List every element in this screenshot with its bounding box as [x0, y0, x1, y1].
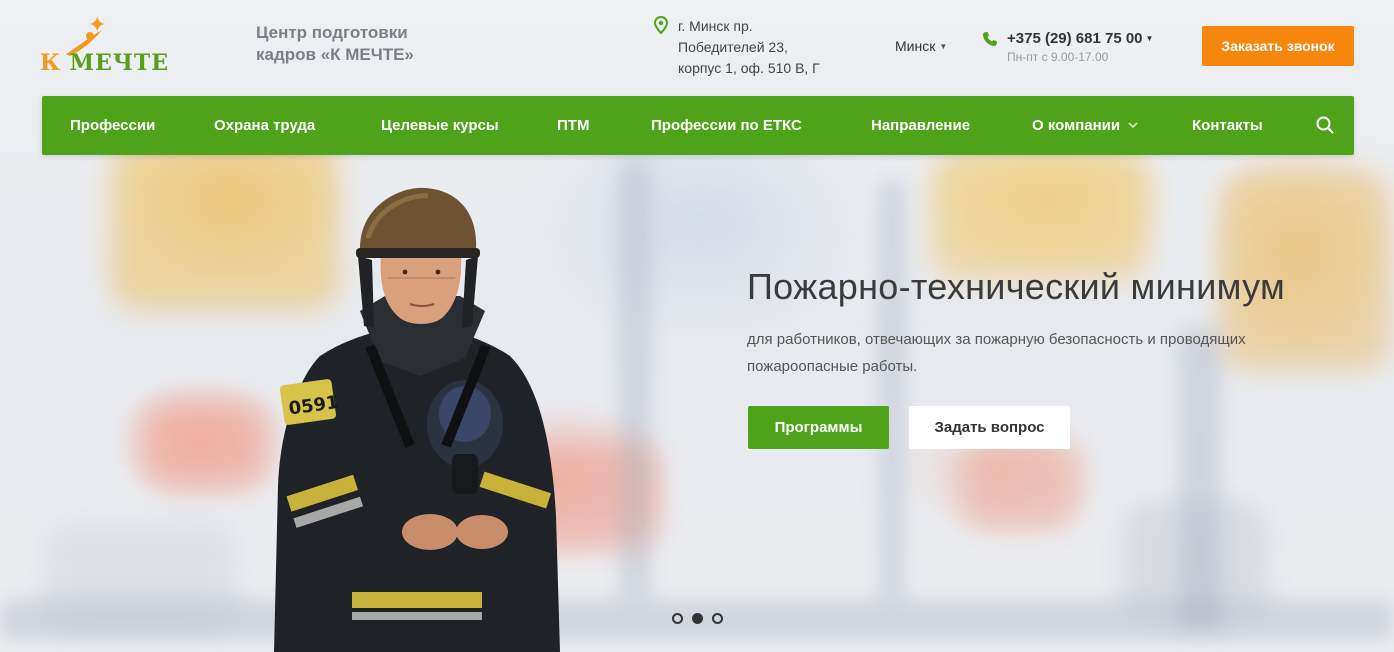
- ask-question-button[interactable]: Задать вопрос: [909, 406, 1070, 449]
- programs-button[interactable]: Программы: [748, 406, 889, 449]
- main-nav: Профессии Охрана труда Целевые курсы ПТМ…: [42, 96, 1354, 155]
- company-name: Центр подготовки кадров «К МЕЧТЕ»: [256, 23, 414, 64]
- phone-number[interactable]: +375 (29) 681 75 00: [1007, 30, 1143, 47]
- location-pin-icon: [654, 16, 668, 34]
- site-header: ✦ К МЕЧТЕ Центр подготовки кадров «К МЕЧ…: [0, 0, 1394, 96]
- nav-item-etks[interactable]: Профессии по ЕТКС: [651, 96, 802, 155]
- address-text: г. Минск пр. Победителей 23, корпус 1, о…: [678, 16, 858, 79]
- firefighter-image: 0591: [274, 187, 560, 652]
- working-hours: Пн-пт с 9.00-17.00: [1007, 50, 1109, 64]
- nav-item-about-label: О компании: [1032, 117, 1121, 134]
- nav-item-labor-protection[interactable]: Охрана труда: [214, 96, 315, 155]
- city-selector[interactable]: Минск ▼: [895, 38, 947, 54]
- address-line: корпус 1, оф. 510 В, Г: [678, 60, 820, 76]
- nav-item-professions[interactable]: Профессии: [70, 96, 155, 155]
- address-line: Победителей 23,: [678, 39, 788, 55]
- nav-item-contacts[interactable]: Контакты: [1192, 96, 1263, 155]
- search-icon[interactable]: [1316, 116, 1334, 134]
- hero-subtitle: для работников, отвечающих за пожарную б…: [747, 331, 1246, 375]
- logo-text: К МЕЧТЕ: [40, 50, 170, 76]
- nav-item-ptm[interactable]: ПТМ: [557, 96, 589, 155]
- city-label: Минск: [895, 38, 936, 54]
- slider-dot[interactable]: [692, 613, 703, 624]
- phone-icon: [983, 32, 997, 46]
- caret-down-icon[interactable]: ▼: [1146, 34, 1154, 43]
- slider-pagination: [672, 613, 723, 624]
- nav-item-about[interactable]: О компании: [1032, 96, 1138, 155]
- chevron-down-icon: [1128, 122, 1138, 128]
- callback-button[interactable]: Заказать звонок: [1202, 26, 1354, 66]
- nav-item-direction[interactable]: Направление: [871, 96, 970, 155]
- nav-item-target-courses[interactable]: Целевые курсы: [381, 96, 499, 155]
- caret-down-icon: ▼: [939, 42, 948, 51]
- address-line: г. Минск пр.: [678, 18, 753, 34]
- slider-dot[interactable]: [712, 613, 723, 624]
- hero-title: Пожарно-технический минимум: [747, 266, 1286, 307]
- phone-number-row[interactable]: +375 (29) 681 75 00 ▼: [1007, 30, 1153, 47]
- logo[interactable]: ✦ К МЕЧТЕ: [40, 14, 210, 84]
- slider-dot[interactable]: [672, 613, 683, 624]
